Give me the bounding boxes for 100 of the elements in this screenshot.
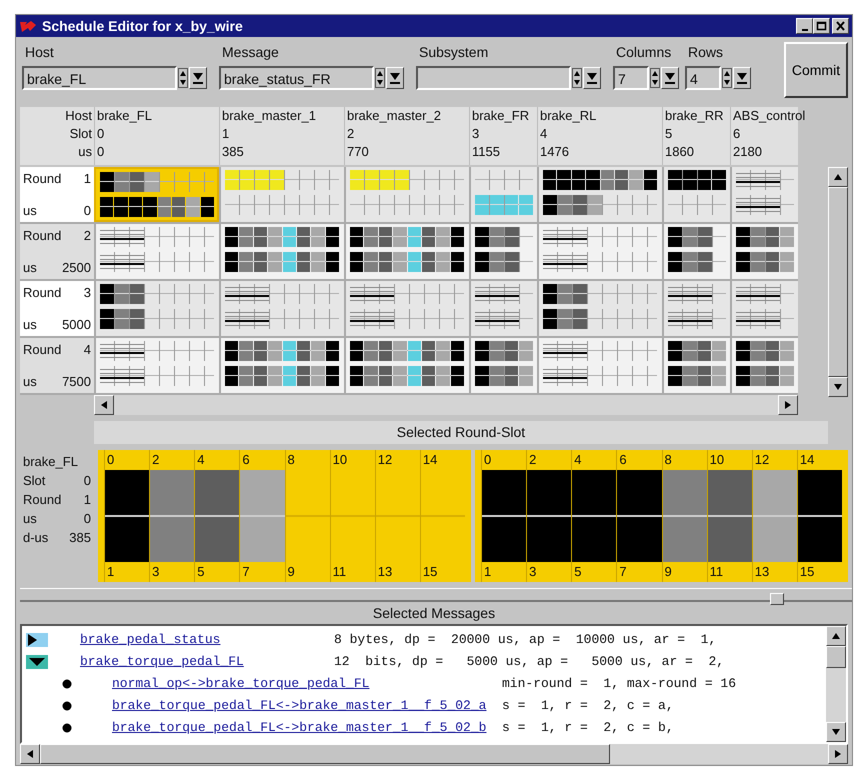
- slot-lines-drawing: [543, 341, 587, 361]
- tick-label: 9: [286, 563, 296, 581]
- scrollbar-thumb[interactable]: [828, 187, 848, 377]
- field-label: Rows: [687, 43, 724, 62]
- caret-icon: [192, 72, 204, 84]
- round-label: Round: [23, 227, 62, 245]
- message-details: s = 1, r = 2, c = b,: [502, 719, 674, 738]
- slot-time: 385: [222, 143, 244, 161]
- caret-icon: [664, 72, 676, 84]
- tick-label: 6: [241, 451, 251, 469]
- section-title: Selected Messages: [372, 604, 496, 623]
- scroll-left-button[interactable]: [20, 744, 40, 764]
- maximize-icon: [816, 21, 827, 31]
- horizontal-scrollbar[interactable]: [20, 744, 848, 764]
- field-label: Subsystem: [418, 43, 490, 62]
- slot-lines-drawing: [543, 366, 587, 386]
- input-field[interactable]: brake_status_FR: [219, 66, 374, 90]
- scroll-down-button[interactable]: [828, 377, 848, 397]
- slot-number: 3: [472, 125, 480, 143]
- scroll-down-button[interactable]: [826, 722, 846, 742]
- scroll-right-button[interactable]: [828, 744, 848, 764]
- input-field[interactable]: 7: [613, 66, 649, 90]
- arrow-left-icon: [27, 750, 33, 758]
- caret-icon: [389, 72, 401, 84]
- message-link[interactable]: brake_pedal_status: [80, 630, 334, 650]
- tick-label: 13: [376, 563, 394, 581]
- header-label: Host: [65, 107, 92, 125]
- spin-button[interactable]: [722, 68, 732, 88]
- tick-label: 12: [376, 451, 394, 469]
- tick-label: 11: [332, 563, 348, 581]
- slot-lines-drawing: [475, 309, 519, 329]
- slot-time: 1476: [540, 143, 569, 161]
- scrollbar-thumb[interactable]: [826, 646, 846, 668]
- dropdown-button[interactable]: [386, 67, 404, 89]
- splitter-handle[interactable]: [770, 593, 784, 605]
- round-number: 1: [84, 170, 91, 188]
- scroll-left-button[interactable]: [94, 395, 114, 415]
- vertical-scrollbar[interactable]: [828, 167, 848, 397]
- message-link[interactable]: brake_torque_pedal_FL: [80, 652, 334, 672]
- scrollbar-thumb[interactable]: [40, 744, 610, 764]
- slot-time: 1860: [665, 143, 694, 161]
- collapse-toggle-icon[interactable]: [26, 655, 48, 669]
- slot-number: 5: [665, 125, 672, 143]
- commit-button[interactable]: Commit: [784, 42, 848, 98]
- round-time: 7500: [62, 372, 91, 390]
- host-name: ABS_control: [733, 107, 806, 125]
- message-details: 8 bytes, dp = 20000 us, ap = 10000 us, ar = 1,: [334, 631, 716, 650]
- tick-label: 4: [196, 451, 206, 469]
- vertical-scrollbar[interactable]: [826, 626, 846, 742]
- us-label: us: [23, 258, 37, 276]
- tick-label: 14: [422, 451, 438, 469]
- slot-lines-drawing: [668, 309, 712, 329]
- tick-label: 10: [332, 451, 348, 469]
- slot-time: 0: [97, 143, 104, 161]
- message-link[interactable]: normal_op<->brake_torque_pedal_FL: [112, 674, 502, 694]
- spin-button[interactable]: [178, 68, 188, 88]
- input-field[interactable]: [416, 66, 571, 90]
- round-number: 4: [84, 341, 91, 359]
- tick-label: 9: [664, 563, 673, 581]
- arrow-down-icon: [834, 384, 842, 390]
- minimize-button[interactable]: [796, 18, 813, 34]
- slot-lines-drawing: [100, 252, 144, 272]
- message-link[interactable]: brake_torque_pedal_FL<->brake_master_1__f_5_02_a: [112, 696, 502, 716]
- round-label: Round: [23, 284, 62, 302]
- caret-icon: [586, 72, 598, 84]
- minimize-icon: [802, 28, 808, 30]
- input-field[interactable]: brake_FL: [22, 66, 177, 90]
- slot-lines-drawing: [668, 284, 712, 304]
- maximize-button[interactable]: [813, 18, 830, 34]
- dropdown-button[interactable]: [189, 67, 207, 89]
- round-time: 2500: [62, 258, 91, 276]
- dropdown-button[interactable]: [583, 67, 601, 89]
- window-title: Schedule Editor for x_by_wire: [42, 16, 243, 36]
- field-label: Columns: [615, 43, 672, 62]
- spin-button[interactable]: [375, 68, 385, 88]
- expand-toggle-icon[interactable]: [26, 633, 48, 647]
- slot-lines-drawing: [543, 252, 587, 272]
- message-link[interactable]: brake_torque_pedal_FL<->brake_master_1__f_5_02_b: [112, 718, 502, 738]
- tick-label: 7: [241, 563, 251, 581]
- app-logo-icon: [19, 19, 37, 33]
- close-button[interactable]: [832, 18, 849, 34]
- header-label: Slot: [70, 125, 92, 143]
- slot-time: 1155: [472, 143, 500, 161]
- dropdown-button[interactable]: [733, 67, 751, 89]
- tick-label: 3: [528, 563, 538, 581]
- spin-button[interactable]: [650, 68, 660, 88]
- dropdown-button[interactable]: [661, 67, 679, 89]
- us-label: us: [23, 316, 37, 334]
- slot-lines-drawing: [736, 309, 780, 329]
- scroll-right-button[interactable]: [778, 395, 798, 415]
- spin-button[interactable]: [572, 68, 582, 88]
- scroll-up-button[interactable]: [828, 167, 848, 187]
- input-field[interactable]: 4: [685, 66, 721, 90]
- horizontal-scrollbar[interactable]: [94, 395, 798, 415]
- tick-label: 15: [798, 563, 816, 581]
- field-label: Message: [221, 43, 280, 62]
- slot-time: 2180: [733, 143, 762, 161]
- scroll-up-button[interactable]: [826, 626, 846, 646]
- schedule-cell[interactable]: [94, 167, 219, 222]
- arrow-left-icon: [101, 401, 107, 409]
